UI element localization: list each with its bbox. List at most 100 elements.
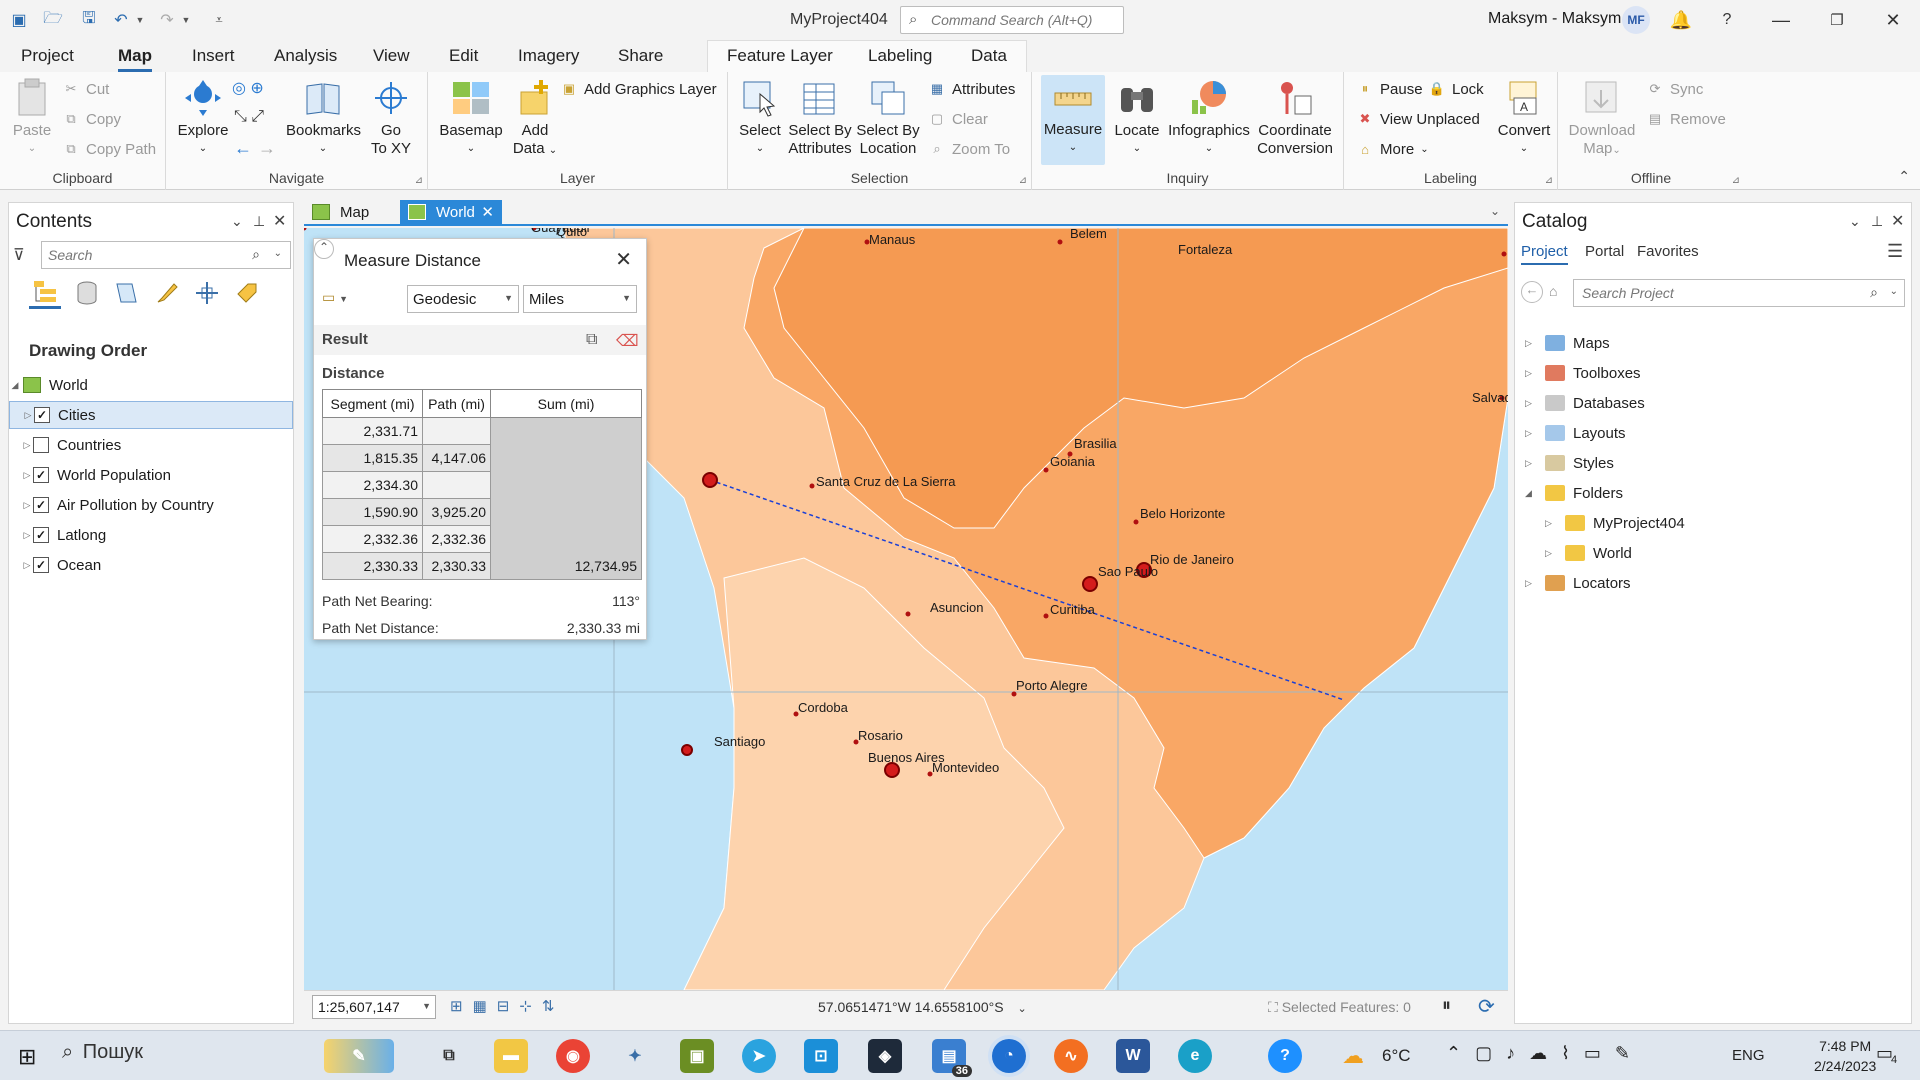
city-marker[interactable] [884,762,900,778]
edge-icon[interactable]: e [1178,1039,1212,1073]
layer-visibility-checkbox[interactable] [33,437,49,453]
search-input[interactable]: Search ⌕ ⌄ [41,241,291,269]
catalog-item[interactable]: ▷ Maps [1525,331,1610,355]
remove-button[interactable]: ▤ Remove [1646,110,1726,128]
expand-icon[interactable]: ▷ [1525,578,1537,589]
layer-visibility-checkbox[interactable]: ✓ [33,467,49,483]
layer-visibility-checkbox[interactable]: ✓ [33,527,49,543]
undo-icon[interactable]: ↶ [110,9,132,31]
input-language[interactable]: ENG [1732,1047,1765,1064]
select-by-attributes-button[interactable]: Select By Attributes [788,76,852,158]
city-marker[interactable] [304,228,307,231]
app-icon[interactable]: ∿ [1054,1039,1088,1073]
layer-row[interactable]: ▷ ✓ Air Pollution by Country [9,491,293,519]
clear-selection-button[interactable]: ▢ Clear [928,110,988,128]
weather-icon[interactable]: ☁ [1342,1043,1364,1069]
expand-icon[interactable]: ▷ [1525,458,1537,469]
add-data-button[interactable]: Add Data ⌄ [508,76,562,160]
tab-view[interactable]: View [373,46,410,66]
temperature[interactable]: 6°C [1382,1046,1411,1066]
city-marker[interactable] [1043,467,1049,473]
app-with-badge-icon[interactable]: ▤ 36 [932,1039,972,1077]
chevron-down-icon[interactable]: ⌄ [1490,204,1500,218]
city-marker[interactable] [1043,613,1049,619]
tab-project[interactable]: Project [1521,243,1568,265]
tab-map-view[interactable]: Map [304,200,396,226]
expand-icon[interactable]: ◢ [1525,488,1537,499]
measure-button[interactable]: Measure ⌄ [1041,75,1105,165]
tab-share[interactable]: Share [618,46,663,66]
list-by-selection-icon[interactable] [111,277,143,309]
copy-button[interactable]: ⧉ Copy [62,110,121,128]
layer-row[interactable]: ▷ ✓ Ocean [9,551,293,579]
select-by-location-button[interactable]: Select By Location [856,76,920,158]
tab-insert[interactable]: Insert [192,46,235,66]
city-marker[interactable] [681,744,693,756]
layer-visibility-checkbox[interactable]: ✓ [34,407,50,423]
view-unplaced-button[interactable]: ✖ View Unplaced [1356,110,1480,128]
filter-icon[interactable]: ⊽ [13,245,25,265]
new-project-icon[interactable]: ▣ [8,9,30,31]
catalog-item[interactable]: ▷ World [1545,541,1632,565]
layer-row[interactable]: ▷ ✓ Cities [9,401,293,429]
back-icon[interactable]: ← [1521,281,1543,303]
taskbar-search[interactable]: ⌕ Пошук [62,1041,143,1064]
expand-icon[interactable]: ▷ [21,470,33,481]
arcgis-pro-icon[interactable]: ◔ [992,1039,1026,1073]
app-icon[interactable]: ◈ [868,1039,902,1073]
catalog-item[interactable]: ▷ Layouts [1525,421,1626,445]
tab-analysis[interactable]: Analysis [274,46,337,66]
measure-mode-icon[interactable]: ▭ ▼ [322,289,348,306]
task-view-icon[interactable]: ⧉ [432,1039,466,1073]
search-input[interactable]: Search Project ⌕ ⌄ [1573,279,1905,307]
list-by-labeling-icon[interactable] [231,277,263,309]
copy-path-button[interactable]: ⧉ Copy Path [62,140,156,158]
tab-map[interactable]: Map [118,46,152,72]
tab-feature-layer[interactable]: Feature Layer [727,46,833,66]
help-icon[interactable]: ? [1712,6,1742,34]
measure-mode-select[interactable]: Geodesic ▼ [407,285,519,313]
expand-icon[interactable]: ▷ [1525,368,1537,379]
tab-data[interactable]: Data [971,46,1007,66]
search-icon[interactable]: ⌕ [252,246,260,263]
catalog-item[interactable]: ▷ Styles [1525,451,1614,475]
expand-icon[interactable]: ▷ [21,530,33,541]
close-button[interactable]: ✕ [1878,6,1908,34]
redo-dropdown-icon[interactable]: ▼ [180,9,192,31]
chevron-down-icon[interactable]: ⌄ [1890,286,1898,297]
download-map-button[interactable]: Download Map⌄ [1564,76,1640,160]
sync-button[interactable]: ⟳ Sync [1646,80,1704,98]
chrome-icon[interactable]: ◉ [556,1039,590,1073]
close-icon[interactable]: ✕ [273,211,286,231]
scale-select[interactable]: 1:25,607,147 ▼ [312,995,436,1019]
expand-icon[interactable]: ▷ [1525,428,1537,439]
refresh-icon[interactable]: ⟳ [1478,994,1495,1019]
close-icon[interactable]: ✕ [1891,211,1904,231]
coordinate-readout[interactable]: 57.0651471°W 14.6558100°S ⌄ [818,999,1027,1015]
basemap-button[interactable]: Basemap ⌄ [438,76,504,158]
city-marker[interactable] [1501,251,1507,257]
zoom-to-selection-button[interactable]: ⌕ Zoom To [928,140,1010,158]
city-marker[interactable] [1133,519,1139,525]
city-marker[interactable] [905,611,911,617]
minecraft-icon[interactable]: ▣ [680,1039,714,1073]
tab-favorites[interactable]: Favorites [1637,243,1699,260]
catalog-item[interactable]: ▷ Toolboxes [1525,361,1641,385]
select-button[interactable]: Select ⌄ [736,76,784,158]
cut-button[interactable]: ✂ Cut [62,80,110,98]
restore-button[interactable]: ❐ [1822,6,1852,34]
tab-world-view[interactable]: World ✕ [400,200,502,226]
pin-icon[interactable]: ⊥ [1871,213,1883,230]
eraser-icon[interactable]: ⌫ [616,331,639,351]
tab-labeling[interactable]: Labeling [868,46,932,66]
app-icon[interactable]: ✦ [618,1039,652,1073]
convert-labels-button[interactable]: A Convert ⌄ [1496,76,1552,158]
pin-icon[interactable]: ⊥ [253,213,265,230]
measure-units-select[interactable]: Miles ▼ [523,285,637,313]
map-view-tools-icons[interactable]: ⊞▦⊟⊹⇅ [450,997,564,1015]
widgets-icon[interactable]: ✎ [324,1039,394,1073]
customize-toolbar-icon[interactable]: ⩡ [208,9,230,31]
expand-icon[interactable]: ▷ [21,500,33,511]
layer-row[interactable]: ▷ Countries [9,431,293,459]
pause-drawing-icon[interactable]: ⏸ [1442,995,1451,1016]
